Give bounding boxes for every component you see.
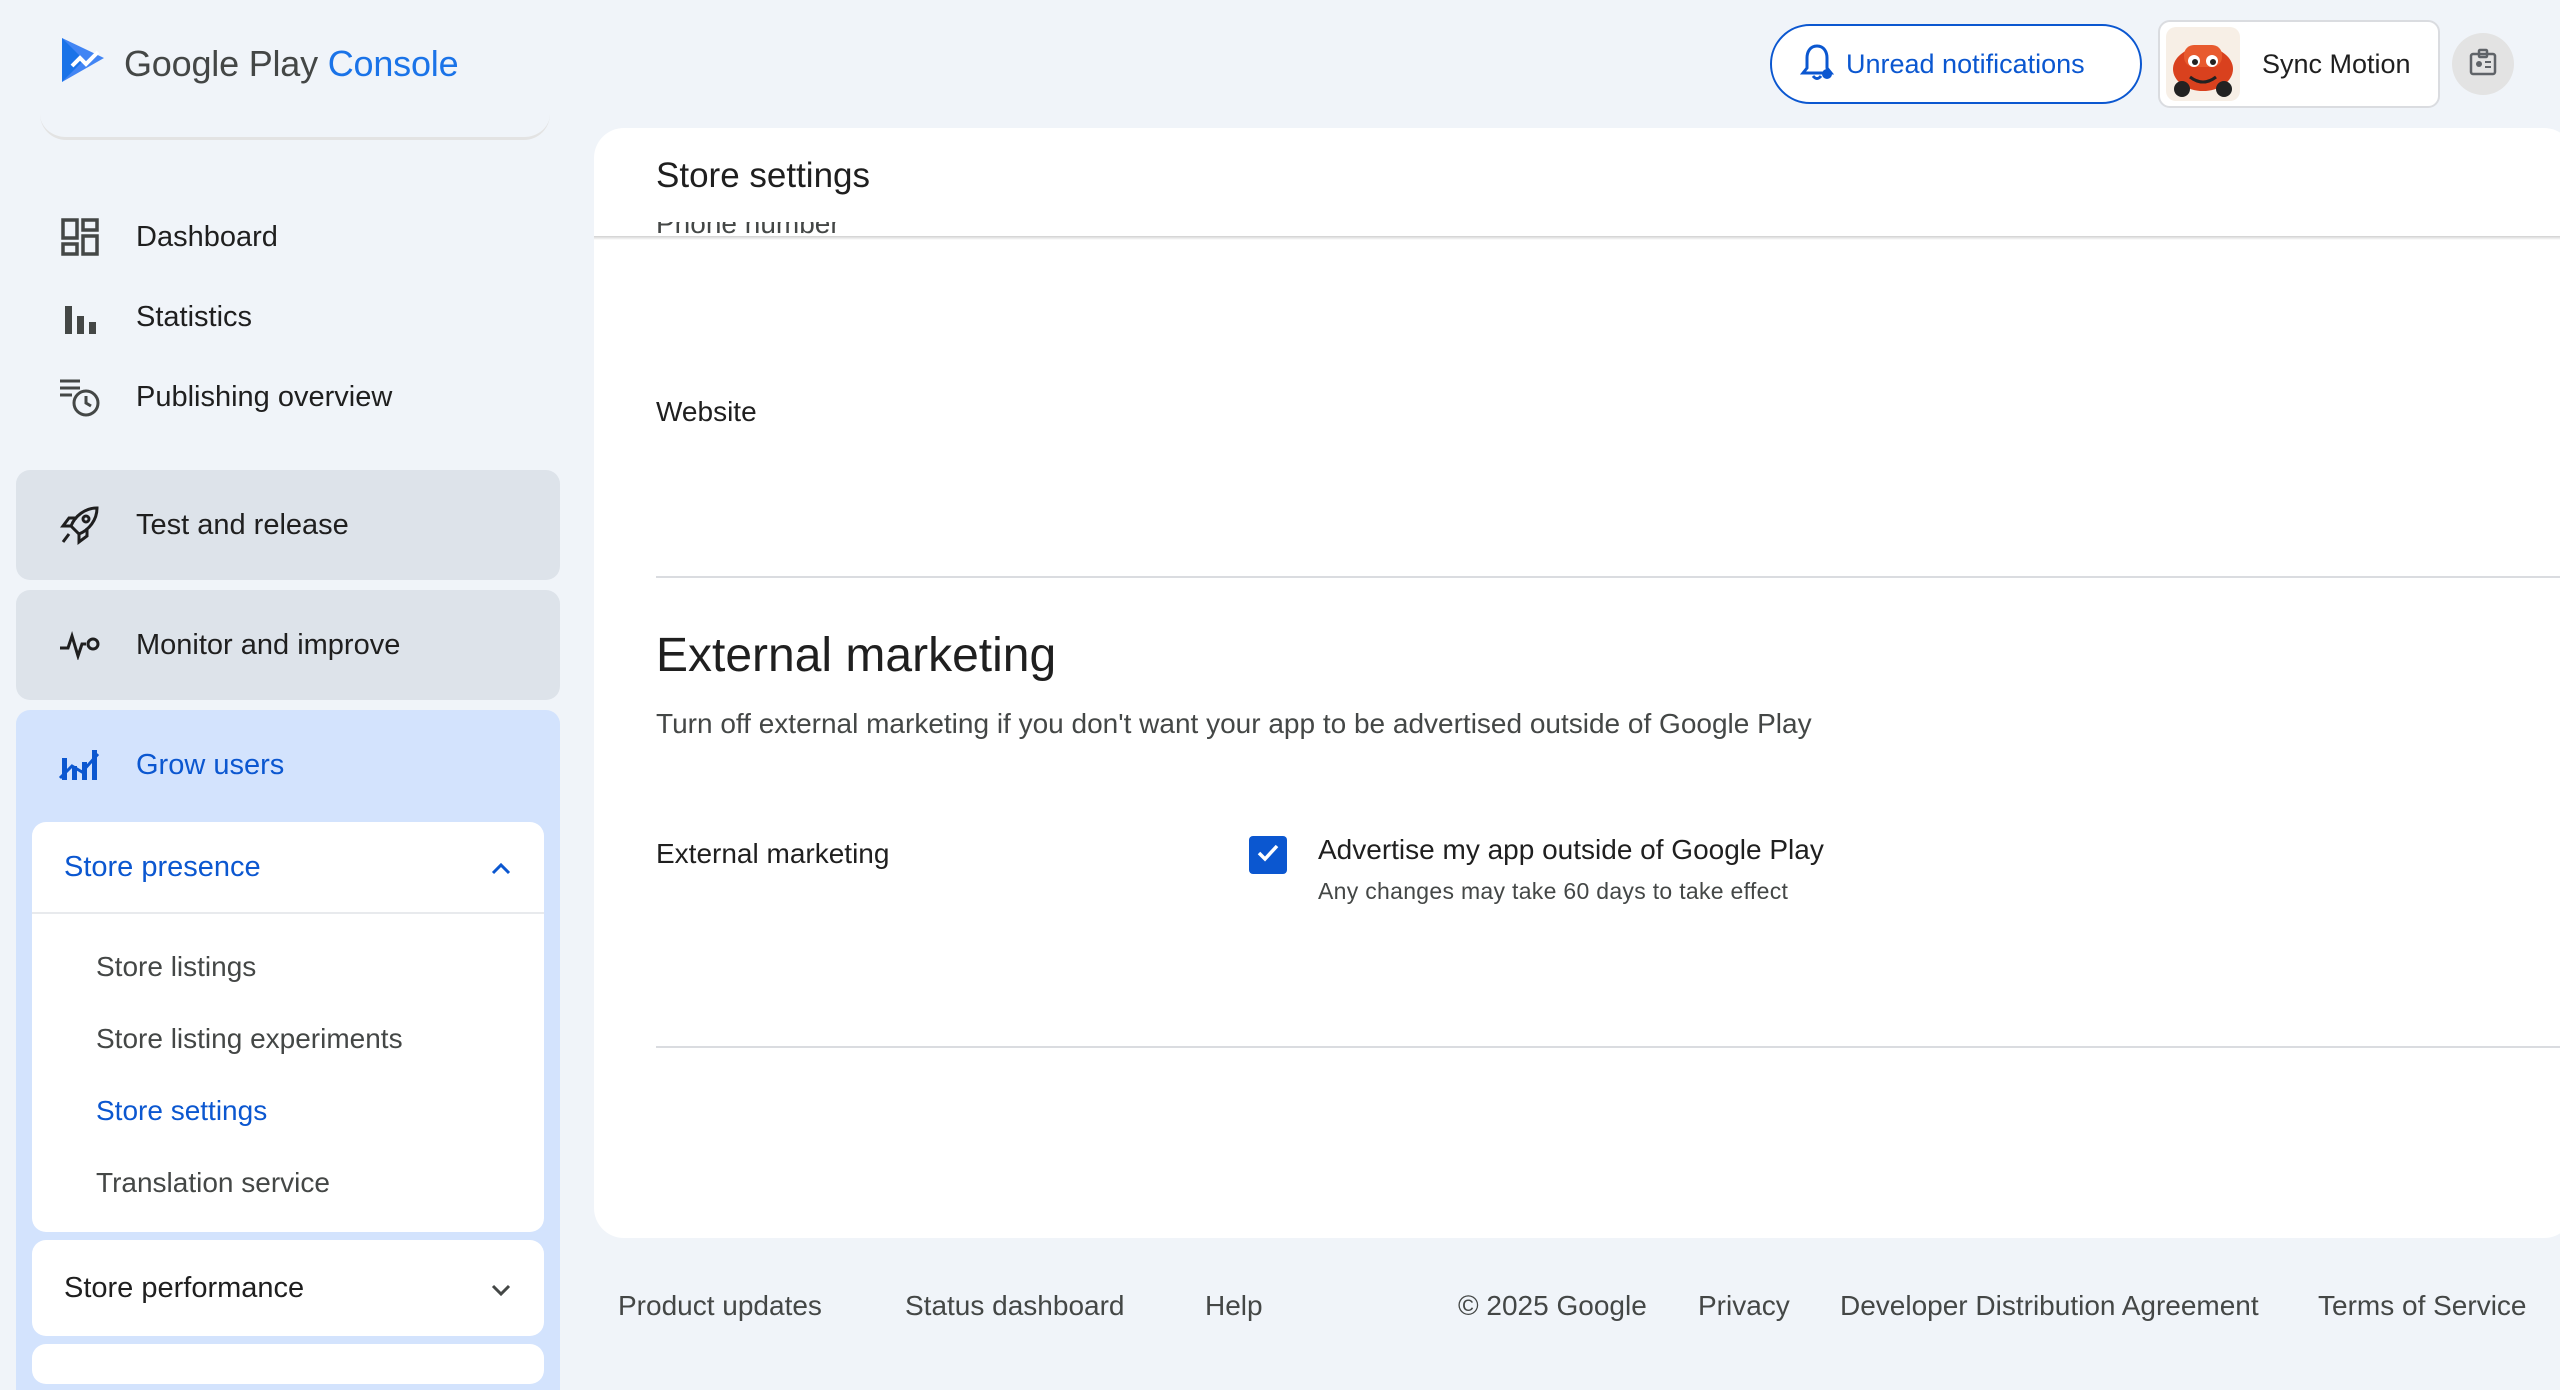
chevron-down-icon: [490, 1272, 512, 1305]
sidebar-item-publishing-overview[interactable]: Publishing overview: [58, 362, 392, 432]
sidebar-section-grow-users[interactable]: Grow users: [58, 730, 284, 800]
chevron-up-icon: [490, 851, 512, 884]
sidebar-item-label: Statistics: [136, 300, 253, 333]
notifications-label: Unread notifications: [1846, 48, 2085, 79]
sidebar-item-label: Publishing overview: [136, 380, 393, 413]
advertise-outside-help: Any changes may take 60 days to take eff…: [1318, 878, 1789, 904]
footer-link-status-dashboard[interactable]: Status dashboard: [905, 1290, 1125, 1322]
sticky-header-shadow: [594, 236, 2560, 240]
sidebar-item-statistics[interactable]: Statistics: [58, 282, 252, 352]
logo-google-text: Google Play: [124, 42, 318, 84]
avatar: [2166, 27, 2240, 101]
sidebar-item-store-listing-experiments[interactable]: Store listing experiments: [96, 1014, 403, 1064]
play-console-logo[interactable]: Google Play Console: [58, 36, 459, 91]
check-icon: [1254, 839, 1282, 872]
sidebar-section-test-and-release[interactable]: Test and release: [16, 470, 560, 580]
sub-item-label: Store listing experiments: [96, 1023, 403, 1054]
bar-chart-icon: [58, 295, 102, 339]
sub-item-label: Store listings: [96, 951, 257, 982]
advertise-outside-checkbox[interactable]: [1249, 836, 1287, 874]
sidebar-section-monitor-and-improve[interactable]: Monitor and improve: [16, 590, 560, 700]
rocket-icon: [58, 503, 102, 547]
store-performance-header[interactable]: Store performance: [32, 1240, 544, 1336]
logo-console-text: Console: [327, 42, 459, 84]
sidebar-item-store-settings[interactable]: Store settings: [96, 1086, 267, 1136]
badge-icon: [2468, 47, 2498, 82]
section-divider: [656, 576, 2560, 578]
dashboard-icon: [58, 215, 102, 259]
section-divider: [656, 1046, 2560, 1048]
footer-link-privacy[interactable]: Privacy: [1698, 1290, 1790, 1322]
store-presence-header[interactable]: Store presence: [32, 822, 544, 914]
sidebar-section-label: Test and release: [136, 508, 349, 541]
sub-item-label: Translation service: [96, 1167, 330, 1198]
footer-copyright: © 2025 Google: [1458, 1290, 1647, 1321]
sub-item-label: Store settings: [96, 1095, 268, 1126]
account-switcher[interactable]: Sync Motion: [2158, 20, 2440, 108]
store-performance-label: Store performance: [64, 1271, 305, 1304]
sidebar-item-store-listings[interactable]: Store listings: [96, 942, 256, 992]
sidebar-section-label: Monitor and improve: [136, 628, 401, 661]
sidebar-item-dashboard[interactable]: Dashboard: [58, 202, 278, 272]
play-console-logo-icon: [58, 36, 108, 91]
pulse-icon: [58, 623, 102, 667]
sidebar-item-translation-service[interactable]: Translation service: [96, 1158, 330, 1208]
account-name: Sync Motion: [2262, 48, 2411, 79]
publishing-clock-icon: [58, 375, 102, 419]
page-title: Store settings: [656, 156, 870, 195]
footer-link-help[interactable]: Help: [1205, 1290, 1263, 1322]
store-presence-label: Store presence: [64, 850, 261, 883]
account-details-button[interactable]: [2452, 33, 2514, 95]
logo-wordmark: Google Play Console: [124, 42, 459, 85]
sidebar-item-label: Dashboard: [136, 220, 278, 253]
footer-link-terms[interactable]: Terms of Service: [2318, 1290, 2527, 1322]
growth-chart-icon: [58, 743, 102, 787]
unread-notifications-button[interactable]: Unread notifications: [1770, 24, 2142, 104]
website-label: Website: [656, 396, 757, 427]
grow-users-label: Grow users: [136, 748, 285, 781]
search-box-edge: [40, 90, 550, 140]
advertise-outside-label[interactable]: Advertise my app outside of Google Play: [1318, 834, 1824, 866]
footer-link-product-updates[interactable]: Product updates: [618, 1290, 822, 1322]
external-marketing-heading: External marketing: [656, 629, 1057, 682]
next-group-edge: [32, 1344, 544, 1384]
store-performance-group[interactable]: Store performance: [32, 1240, 544, 1336]
external-marketing-field-label: External marketing: [656, 838, 890, 869]
main-content-card: [594, 128, 2560, 1238]
bell-icon: [1799, 42, 1835, 87]
external-marketing-description: Turn off external marketing if you don't…: [656, 708, 1812, 739]
footer-link-distribution-agreement[interactable]: Developer Distribution Agreement: [1840, 1290, 2259, 1322]
